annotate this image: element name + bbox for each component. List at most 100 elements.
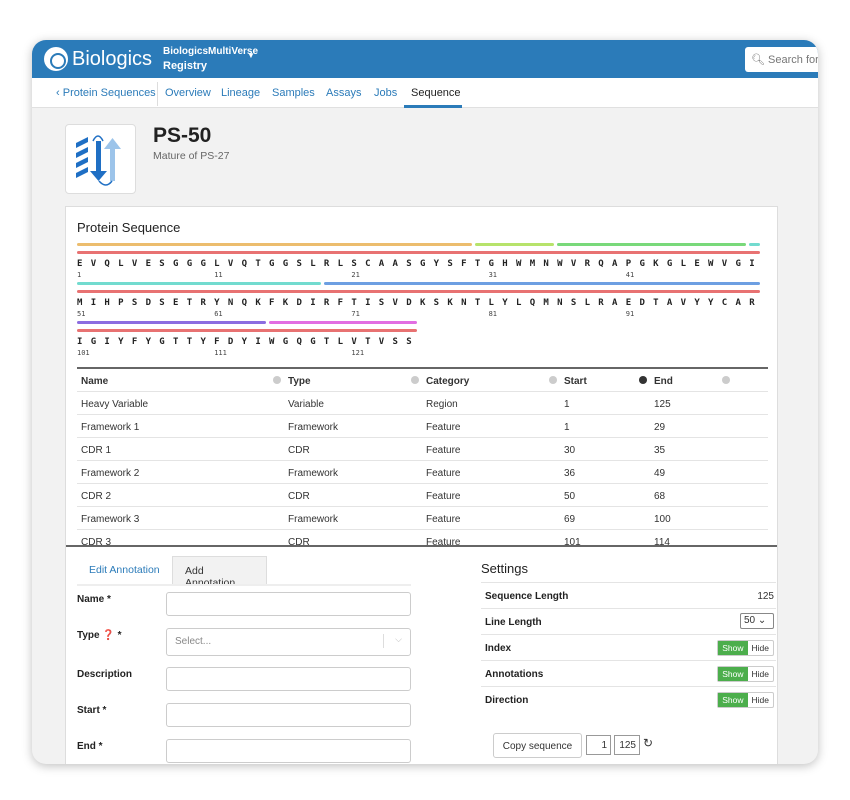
range-start-input[interactable]: 1 xyxy=(586,735,611,755)
annotation-bar[interactable] xyxy=(323,282,760,285)
line-length-value: 50 xyxy=(744,615,756,626)
description-input[interactable] xyxy=(166,667,411,691)
protein-icon xyxy=(65,124,136,194)
annotation-bar[interactable] xyxy=(77,282,321,285)
setting-annotations: Annotations Show Hide xyxy=(481,660,776,686)
range-end-input[interactable]: 125 xyxy=(614,735,640,755)
cell-end: 49 xyxy=(654,468,666,479)
cell-category: Feature xyxy=(426,514,461,525)
end-input[interactable] xyxy=(166,739,411,763)
tab-add-annotation[interactable]: Add Annotation xyxy=(172,556,267,589)
top-header: Biologics BiologicsMultiVerse Registry ▼ … xyxy=(32,40,818,78)
cell-category: Feature xyxy=(426,537,461,545)
cell-type: Variable xyxy=(288,399,324,410)
table-row[interactable]: Framework 3 Framework Feature 69 100 xyxy=(77,507,768,530)
back-label: Protein Sequences xyxy=(62,87,156,99)
line-length-select[interactable]: 50 ⌄ xyxy=(740,613,774,629)
tab-underline xyxy=(77,584,411,586)
card-title: Protein Sequence xyxy=(77,220,181,235)
annotation-bar[interactable] xyxy=(77,290,760,293)
name-label: Name * xyxy=(77,594,111,605)
col-category[interactable]: Category xyxy=(426,376,469,387)
annotations-table: Name Type Category Start End Heavy Varia… xyxy=(77,367,768,545)
tab-assays[interactable]: Assays xyxy=(326,87,361,99)
cell-start: 69 xyxy=(564,514,576,525)
cell-name: CDR 1 xyxy=(81,445,112,456)
annotation-bar[interactable] xyxy=(77,329,417,332)
project-selector[interactable]: BiologicsMultiVerse Registry xyxy=(163,45,258,73)
sort-icon[interactable] xyxy=(722,376,730,384)
type-placeholder: Select... xyxy=(175,636,212,647)
table-row[interactable]: CDR 2 CDR Feature 50 68 xyxy=(77,484,768,507)
app-window: Biologics BiologicsMultiVerse Registry ▼ … xyxy=(32,40,818,764)
tab-samples[interactable]: Samples xyxy=(272,87,315,99)
section-divider xyxy=(66,545,777,547)
chevron-down-icon: ⌵ xyxy=(395,634,402,644)
entity-nav: ‹ Protein Sequences Overview Lineage Sam… xyxy=(32,78,818,108)
table-row[interactable]: Framework 1 Framework Feature 1 29 xyxy=(77,415,768,438)
index-toggle[interactable]: Show Hide xyxy=(717,640,774,656)
copy-sequence-button[interactable]: Copy sequence xyxy=(493,733,582,758)
cell-category: Feature xyxy=(426,422,461,433)
hide-button[interactable]: Hide xyxy=(748,641,773,655)
sort-active-icon[interactable] xyxy=(639,376,647,384)
table-row[interactable]: Framework 2 Framework Feature 36 49 xyxy=(77,461,768,484)
cell-category: Region xyxy=(426,399,458,410)
table-row[interactable]: Heavy Variable Variable Region 1 125 xyxy=(77,392,768,415)
tab-jobs[interactable]: Jobs xyxy=(374,87,397,99)
cell-end: 125 xyxy=(654,399,671,410)
search-input[interactable]: 🔍︎ Search for s xyxy=(745,47,818,72)
annotation-bar[interactable] xyxy=(77,243,472,246)
direction-toggle[interactable]: Show Hide xyxy=(717,692,774,708)
cell-end: 68 xyxy=(654,491,666,502)
tab-sequence[interactable]: Sequence xyxy=(411,87,461,99)
annotation-bar[interactable] xyxy=(474,243,555,246)
sort-icon[interactable] xyxy=(411,376,419,384)
cell-start: 50 xyxy=(564,491,576,502)
label: Direction xyxy=(485,695,529,706)
label: Index xyxy=(485,643,512,654)
annotation-bar[interactable] xyxy=(77,321,267,324)
caret-down-icon[interactable]: ▼ xyxy=(247,51,255,60)
col-start[interactable]: Start xyxy=(564,376,587,387)
show-button[interactable]: Show xyxy=(718,667,748,681)
col-end[interactable]: End xyxy=(654,376,673,387)
page-subtitle: Mature of PS-27 xyxy=(153,150,230,162)
cell-category: Feature xyxy=(426,468,461,479)
residue-index: 81 xyxy=(488,310,498,318)
annotation-bar[interactable] xyxy=(749,243,760,246)
name-input[interactable] xyxy=(166,592,411,616)
setting-line-length: Line Length 50 ⌄ xyxy=(481,608,776,634)
tab-edit-annotation[interactable]: Edit Annotation xyxy=(77,556,172,585)
annotation-bar[interactable] xyxy=(269,321,417,324)
show-button[interactable]: Show xyxy=(718,693,748,707)
residue-index: 121 xyxy=(351,349,365,357)
annotations-toggle[interactable]: Show Hide xyxy=(717,666,774,682)
start-label: Start * xyxy=(77,705,107,716)
hide-button[interactable]: Hide xyxy=(748,693,773,707)
annotation-bar[interactable] xyxy=(557,243,747,246)
col-name[interactable]: Name xyxy=(81,376,108,387)
residue-index: 31 xyxy=(488,271,498,279)
annotation-bar[interactable] xyxy=(77,251,760,254)
show-button[interactable]: Show xyxy=(718,641,748,655)
sort-icon[interactable] xyxy=(273,376,281,384)
table-row[interactable]: CDR 1 CDR Feature 30 35 xyxy=(77,438,768,461)
start-input[interactable] xyxy=(166,703,411,727)
search-placeholder: Search for s xyxy=(768,54,818,66)
cell-type: CDR xyxy=(288,445,310,456)
back-link[interactable]: ‹ Protein Sequences xyxy=(56,87,156,99)
sort-icon[interactable] xyxy=(549,376,557,384)
type-select[interactable]: Select... ⌵ xyxy=(166,628,411,656)
end-label: End * xyxy=(77,741,103,752)
col-type[interactable]: Type xyxy=(288,376,311,387)
residue-index: 111 xyxy=(214,349,227,357)
tab-overview[interactable]: Overview xyxy=(165,87,211,99)
folder-name: Registry xyxy=(163,60,208,72)
cell-start: 101 xyxy=(564,537,581,545)
hide-button[interactable]: Hide xyxy=(748,667,773,681)
brand-logo[interactable]: Biologics xyxy=(44,47,152,71)
tab-lineage[interactable]: Lineage xyxy=(221,87,260,99)
reset-icon[interactable]: ↻ xyxy=(643,736,653,750)
table-row[interactable]: CDR 3 CDR Feature 101 114 xyxy=(77,530,768,545)
